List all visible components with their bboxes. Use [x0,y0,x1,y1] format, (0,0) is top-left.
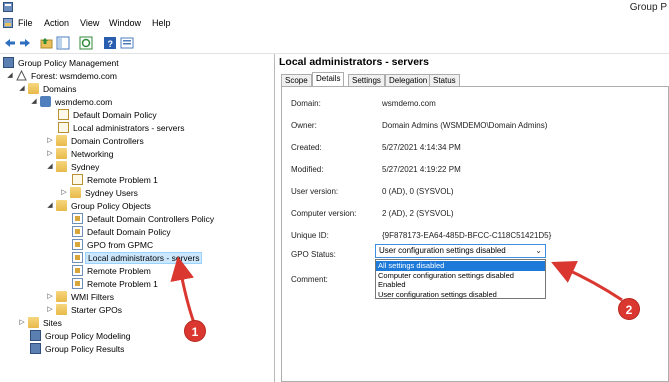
callout-2-arrow [551,261,623,302]
callout-badge-1: 1 [184,320,206,342]
annotation-arrows [170,256,623,324]
callout-1-arrow [170,256,196,324]
callout-badge-2: 2 [618,298,640,320]
